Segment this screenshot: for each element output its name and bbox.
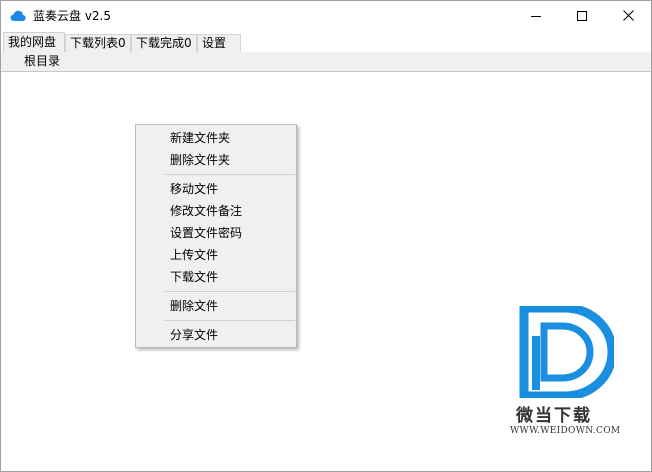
maximize-button[interactable] — [559, 1, 605, 32]
menu-separator — [165, 320, 295, 321]
menu-item-download-file[interactable]: 下载文件 — [137, 266, 295, 288]
menu-separator — [165, 174, 295, 175]
watermark-title: 微当下载 — [516, 406, 592, 426]
breadcrumb: 根目录 — [1, 52, 651, 72]
tab-my-drive[interactable]: 我的网盘 — [3, 32, 65, 52]
menu-item-delete-file[interactable]: 删除文件 — [137, 295, 295, 317]
close-button[interactable] — [605, 1, 651, 32]
window-title: 蓝奏云盘 v2.5 — [33, 9, 112, 23]
menu-separator — [165, 291, 295, 292]
tab-settings[interactable]: 设置 — [197, 34, 241, 52]
context-menu: 新建文件夹 删除文件夹 移动文件 修改文件备注 设置文件密码 上传文件 下载文件… — [135, 124, 297, 348]
weidown-logo-icon — [518, 303, 617, 401]
menu-item-delete-folder[interactable]: 删除文件夹 — [137, 149, 295, 171]
tab-download-complete[interactable]: 下载完成0 — [131, 34, 197, 52]
maximize-icon — [577, 10, 587, 24]
minimize-icon — [531, 10, 541, 24]
menu-item-share-file[interactable]: 分享文件 — [137, 324, 295, 346]
menu-item-move-file[interactable]: 移动文件 — [137, 178, 295, 200]
breadcrumb-root[interactable]: 根目录 — [24, 54, 60, 69]
tab-strip: 我的网盘 下载列表0 下载完成0 设置 — [1, 32, 651, 52]
close-icon — [622, 9, 634, 24]
cloud-icon — [10, 10, 26, 22]
minimize-button[interactable] — [513, 1, 559, 32]
menu-item-set-password[interactable]: 设置文件密码 — [137, 222, 295, 244]
watermark: 微当下载 WWW.WEIDOWN.COM — [510, 303, 630, 442]
menu-item-new-folder[interactable]: 新建文件夹 — [137, 127, 295, 149]
tab-download-list[interactable]: 下载列表0 — [65, 34, 131, 52]
menu-item-edit-note[interactable]: 修改文件备注 — [137, 200, 295, 222]
watermark-url: WWW.WEIDOWN.COM — [510, 426, 621, 436]
menu-item-upload-file[interactable]: 上传文件 — [137, 244, 295, 266]
title-bar[interactable]: 蓝奏云盘 v2.5 — [1, 1, 651, 32]
